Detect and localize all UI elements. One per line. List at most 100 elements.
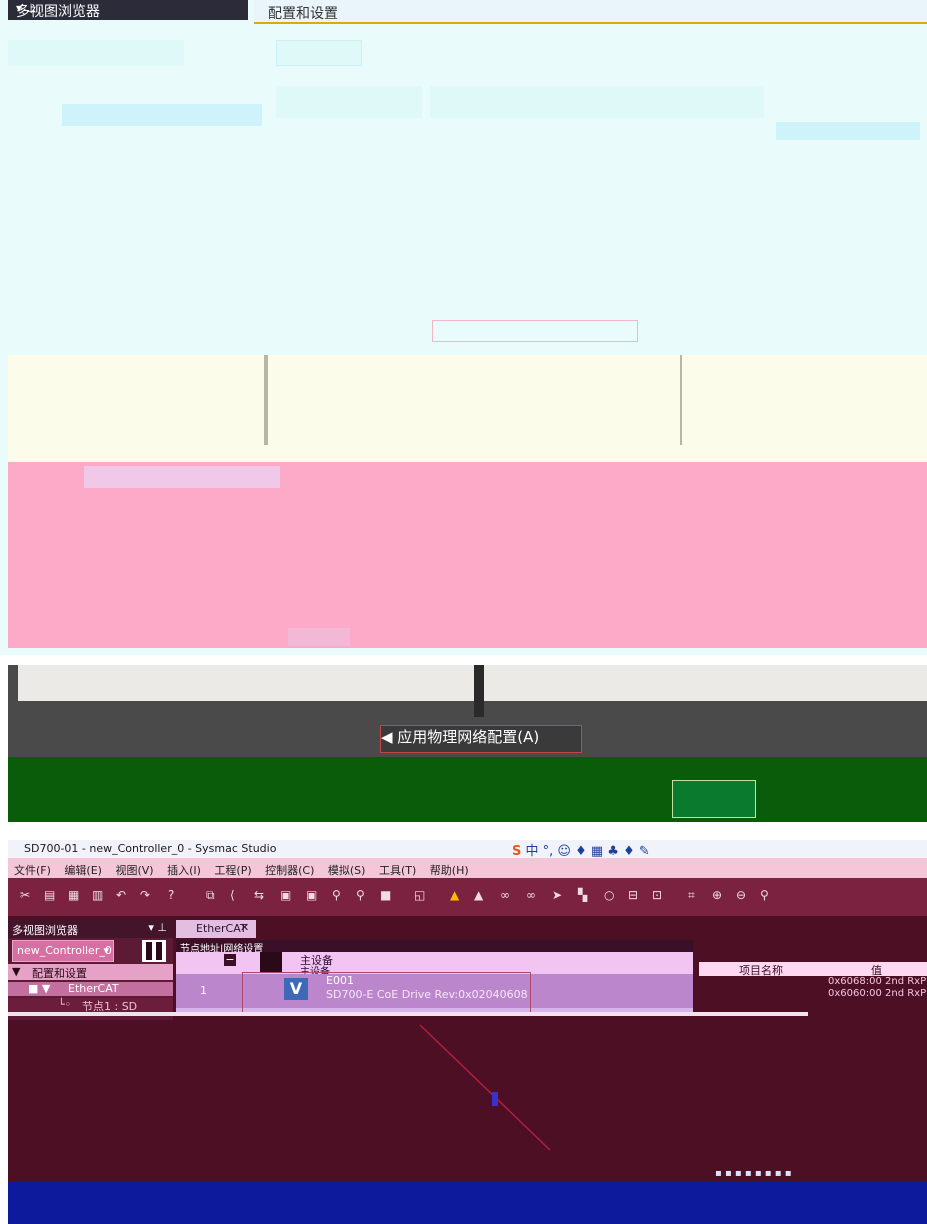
editor-header: 节点地址|网络设置 [176,940,693,955]
menu-edit[interactable]: 编辑(E) [64,864,102,877]
controller-selector-area[interactable] [8,40,184,66]
expand-icon[interactable]: ▼ [12,965,20,978]
left-pane [18,665,474,701]
ok-button[interactable] [288,628,350,646]
sidebar-item-config-label: 配置和设置 [32,967,87,980]
menu-view[interactable]: 视图(V) [115,864,153,877]
message-button[interactable] [84,466,280,488]
zoom-icon[interactable]: ⚲ [760,888,769,902]
online-icon[interactable]: ⟨ [230,888,235,902]
node-tree-icon: └◦ [58,998,72,1011]
help-icon[interactable]: ? [168,888,174,902]
sidebar-item-ethercat[interactable]: ■ ▼ EtherCAT [8,982,173,996]
ethercat-tree-icon: ■ ▼ [28,982,51,995]
lower-pane [8,355,927,462]
undo-icon[interactable]: ↶ [116,888,126,902]
sidebar-title: 多视图浏览器 [12,924,78,937]
window-title: SD700-01 - new_Controller_0 - Sysmac Stu… [24,842,277,855]
cut-icon[interactable]: ✂ [20,888,30,902]
chevron-down-icon: ▾ [103,944,109,957]
property-header-row: 项目名称 值 [699,962,927,977]
paste-icon[interactable]: ▦ [68,888,79,902]
right-pane [484,665,927,701]
close-icon[interactable]: ✕ [240,921,249,934]
unlink-icon[interactable]: ∞ [526,888,536,902]
sidebar-item-node[interactable]: └◦ 节点1 : SD [8,998,173,1013]
node-icon[interactable]: ▚ [578,888,587,902]
upload-icon[interactable]: ▣ [306,888,317,902]
menu-file[interactable]: 文件(F) [14,864,51,877]
master-row[interactable]: − 主设备 主设备 [176,952,693,978]
warning-off-icon[interactable]: ▲ [474,888,483,902]
menu-insert[interactable]: 插入(I) [167,864,201,877]
controller-select[interactable]: new_Controller_0 ▾ [12,940,114,962]
window-titlebar: SD700-01 - new_Controller_0 - Sysmac Stu… [8,840,927,858]
controller-select-value: new_Controller_0 [17,944,112,957]
horizontal-scrollbar[interactable] [8,1012,808,1016]
menu-controller[interactable]: 控制器(C) [265,864,314,877]
window-icon[interactable]: ⧉ [206,888,215,903]
sidebar-pin-icon[interactable]: ▾ ⊥ [148,921,167,934]
copy-icon[interactable]: ▤ [44,888,55,902]
toolbar: ✂ ▤ ▦ ▥ ↶ ↷ ? ⧉ ⟨ ⇆ ▣ ▣ ⚲ ⚲ ■ ◱ ▲ ▲ ∞ ∞ … [8,878,927,916]
node-address: 1 [200,984,207,997]
redo-icon[interactable]: ↷ [140,888,150,902]
delete-icon[interactable]: ▥ [92,888,103,902]
device-logo-icon: V [284,978,308,1000]
property-header [776,122,920,140]
close-button[interactable] [672,780,756,818]
transfer-icon[interactable]: ▣ [280,888,291,902]
sidebar-item-ethercat-label: EtherCAT [68,982,119,995]
config-tab[interactable]: 配置和设置 [254,0,927,24]
property-value-1: 0x6068:00 2nd RxPDO. [828,976,927,987]
warning-icon[interactable]: ▲ [450,888,459,902]
col-item-name: 项目名称 [739,964,783,977]
master-area [276,86,422,118]
status-area [8,462,927,648]
ime-toolbar[interactable]: S 中 °, ☺ ♦ ▦ ♣ ♦ ✎ [512,840,722,859]
ime-status: 中 °, ☺ ♦ ▦ ♣ ♦ ✎ [525,844,650,859]
pane-divider[interactable] [264,355,268,445]
property-value-2: 0x6060:00 2nd RxPDO. [828,988,927,999]
menu-tools[interactable]: 工具(T) [379,864,416,877]
stop-icon[interactable]: ■ [380,888,391,902]
sidebar-toggle-button[interactable] [142,940,166,962]
compare-icon[interactable]: ⚲ [332,888,341,902]
link-icon[interactable]: ∞ [500,888,510,902]
apply-physical-network-button[interactable]: ◀ 应用物理网络配置(A) [380,725,582,753]
menu-simulate[interactable]: 模拟(S) [328,864,366,877]
sidebar-item-config[interactable]: ▼ 配置和设置 [8,964,173,980]
circle-icon[interactable]: ○ [604,888,614,902]
monitor2-icon[interactable]: ⊡ [652,888,662,902]
node-area [430,86,764,118]
taskbar [8,1182,927,1224]
fit-icon[interactable]: ⌗ [688,888,695,903]
monitor-icon[interactable]: ⊟ [628,888,638,902]
sync-icon[interactable]: ⇆ [254,888,264,902]
annotation-arrow [419,1024,551,1151]
highlight-frame [432,320,638,342]
ethercat-tab-area[interactable] [276,40,362,66]
build-icon[interactable]: ◱ [414,888,425,902]
menu-bar: 文件(F) 编辑(E) 视图(V) 插入(I) 工程(P) 控制器(C) 模拟(… [8,858,927,878]
arrow-icon[interactable]: ➤ [552,888,562,902]
tab-ethercat[interactable]: EtherCAT ✕ [176,920,256,938]
cursor-marker [492,1092,498,1106]
sidebar-header: 多视图浏览器 ▾ ⊥ [8,920,173,938]
multiview-browser-title: 多视图浏览器 ▾ ⊥ [8,0,248,20]
pane-divider-3[interactable] [474,665,484,717]
menu-project[interactable]: 工程(P) [214,864,251,877]
message-bar [8,757,927,822]
menu-help[interactable]: 帮助(H) [430,864,469,877]
pane-divider-2[interactable] [680,355,682,445]
master-icon [260,952,282,972]
toolbar-button-group[interactable] [62,104,262,126]
zoom-out-icon[interactable]: ⊖ [736,888,746,902]
status-indicators: ▪ ▪ ▪ ▪ ▪ ▪ ▪ ▪ [715,1168,792,1179]
pin-icon[interactable]: ▾ ⊥ [16,1,240,15]
sogou-icon: S [512,844,522,859]
collapse-icon[interactable]: − [224,954,236,966]
zoom-in-icon[interactable]: ⊕ [712,888,722,902]
find-icon[interactable]: ⚲ [356,888,365,902]
config-tab-label: 配置和设置 [268,6,338,22]
